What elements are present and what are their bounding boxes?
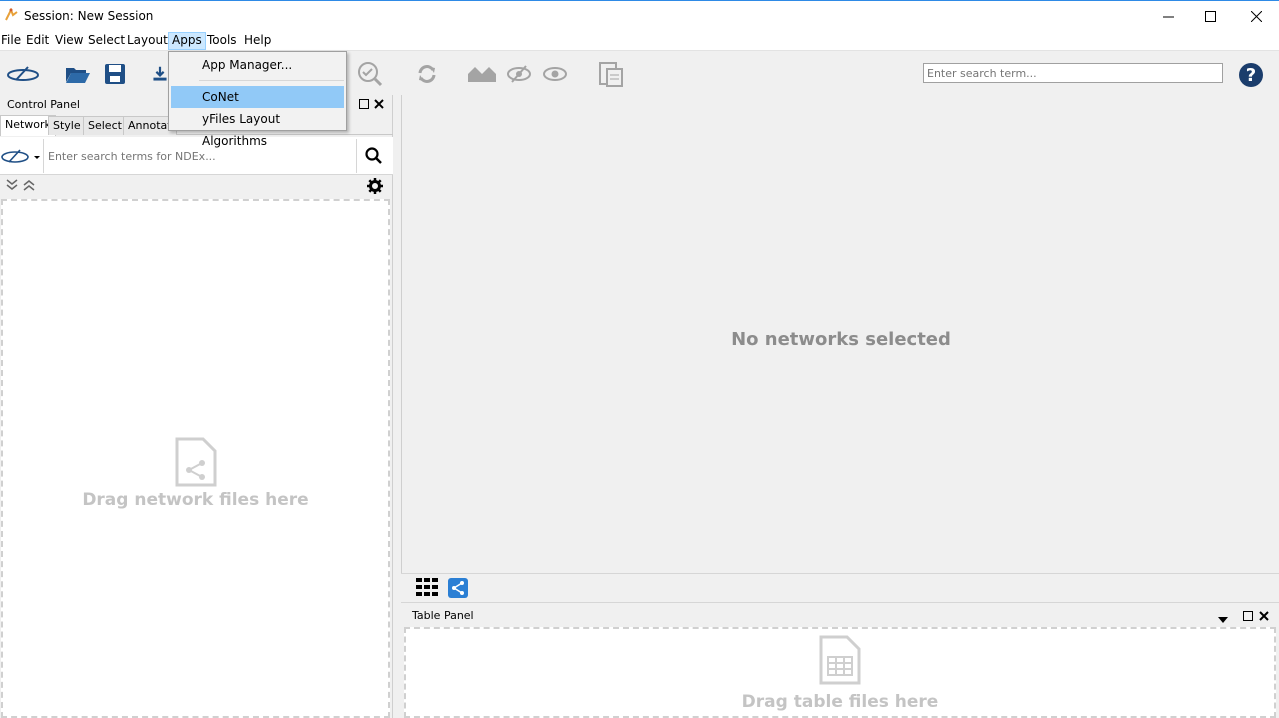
close-icon[interactable] <box>1233 1 1279 31</box>
import-icon[interactable] <box>152 62 168 86</box>
grid-view-icon[interactable] <box>416 578 438 599</box>
dropdown-arrow-icon[interactable] <box>1218 612 1228 626</box>
table-panel: Table Panel Drag table files here <box>401 606 1279 718</box>
table-file-icon <box>819 635 861 688</box>
zoom-selected-icon[interactable] <box>356 62 384 87</box>
network-list-toolbar <box>0 175 393 197</box>
tab-select[interactable]: Select <box>83 116 127 135</box>
float-table-panel-icon[interactable] <box>1242 610 1254 625</box>
expand-all-icon[interactable] <box>6 179 18 194</box>
ndex-search-input[interactable] <box>43 139 357 173</box>
tab-style[interactable]: Style <box>48 116 86 135</box>
menu-apps[interactable]: Apps <box>168 32 206 50</box>
search-icon[interactable] <box>365 147 383 168</box>
empty-network-message: No networks selected <box>731 329 951 350</box>
hide-icon[interactable] <box>505 62 533 86</box>
menu-separator <box>199 80 344 81</box>
close-table-panel-icon[interactable] <box>1258 610 1270 625</box>
table-drop-zone[interactable]: Drag table files here <box>404 627 1276 718</box>
close-panel-icon[interactable] <box>373 98 385 110</box>
view-switch-bar <box>401 573 1279 603</box>
table-panel-title: Table Panel <box>412 609 474 622</box>
document-icon[interactable] <box>597 62 625 87</box>
search-input[interactable] <box>923 63 1223 83</box>
menu-layout[interactable]: Layout <box>124 32 171 50</box>
collapse-all-icon[interactable] <box>23 179 35 194</box>
table-drop-label: Drag table files here <box>741 692 939 712</box>
apps-dropdown-menu: App Manager... CoNet yFiles Layout Algor… <box>168 51 347 148</box>
save-icon[interactable] <box>101 62 129 86</box>
network-view-icon[interactable] <box>448 578 468 601</box>
ndex-icon[interactable] <box>6 62 40 86</box>
float-panel-icon[interactable] <box>358 98 370 110</box>
network-file-icon <box>175 437 217 490</box>
menu-bar: File Edit View Select Layout Apps Tools … <box>0 31 1279 51</box>
window-title: Session: New Session <box>24 9 154 23</box>
menu-select[interactable]: Select <box>85 32 128 50</box>
gear-icon[interactable] <box>367 178 383 197</box>
cytoscape-app-icon <box>4 7 18 22</box>
title-bar: Session: New Session <box>0 0 1279 31</box>
ndex-search-bar <box>0 137 393 175</box>
refresh-icon[interactable] <box>413 62 441 86</box>
menu-help[interactable]: Help <box>241 32 274 50</box>
show-icon[interactable] <box>541 62 569 86</box>
network-view-area: No networks selected <box>401 95 1279 573</box>
menu-item-conet[interactable]: CoNet <box>171 86 344 108</box>
control-panel-title: Control Panel <box>7 98 80 111</box>
menu-item-app-manager[interactable]: App Manager... <box>171 54 344 76</box>
menu-file[interactable]: File <box>0 32 24 50</box>
network-drop-label: Drag network files here <box>82 490 309 510</box>
help-icon[interactable]: ? <box>1239 63 1263 87</box>
menu-item-yfiles-layout[interactable]: yFiles Layout Algorithms <box>171 108 344 148</box>
home-icon[interactable] <box>466 62 500 86</box>
menu-view[interactable]: View <box>52 32 86 50</box>
open-folder-icon[interactable] <box>64 62 92 86</box>
network-drop-zone[interactable]: Drag network files here <box>1 199 390 718</box>
maximize-icon[interactable] <box>1187 1 1233 31</box>
ndex-source-icon[interactable] <box>0 147 42 170</box>
menu-edit[interactable]: Edit <box>23 32 52 50</box>
minimize-icon[interactable] <box>1145 1 1191 31</box>
menu-tools[interactable]: Tools <box>204 32 240 50</box>
control-panel: Control Panel Network Style Select Annot… <box>0 95 393 718</box>
